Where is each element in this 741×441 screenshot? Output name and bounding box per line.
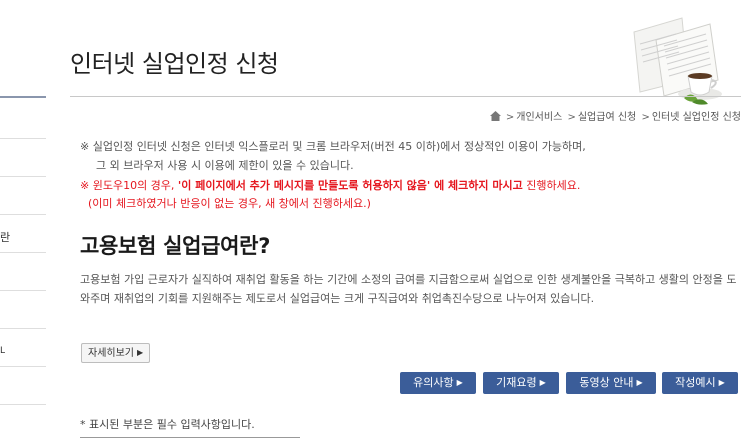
detail-button-label: 자세히보기: [88, 348, 134, 359]
arrow-right-icon: ▶: [636, 378, 643, 387]
windows-warning-prefix: ※ 윈도우10의 경우,: [80, 179, 178, 192]
browser-notice: ※ 실업인정 인터넷 신청은 인터넷 익스플로러 및 크롬 브라우저(버전 45…: [80, 140, 586, 153]
sidebar-divider: [0, 328, 46, 329]
breadcrumb: > 개인서비스 > 실업급여 신청 > 인터넷 실업인정 신청: [489, 108, 741, 123]
video-guide-button[interactable]: 동영상 안내 ▶: [566, 372, 656, 394]
video-guide-button-label: 동영상 안내: [579, 376, 634, 389]
form-top-border: [80, 437, 300, 438]
required-fields-note: * 표시된 부분은 필수 입력사항입니다.: [80, 418, 255, 431]
section-description: 고용보험 가입 근로자가 실직하여 재취업 활동을 하는 기간에 소정의 급여를…: [80, 273, 737, 305]
sidebar-item-fragment[interactable]: L: [0, 346, 5, 356]
breadcrumb-separator: >: [567, 112, 576, 123]
breadcrumb-item[interactable]: 실업급여 신청: [578, 112, 636, 123]
arrow-right-icon: ▶: [718, 378, 725, 387]
breadcrumb-item-current: 인터넷 실업인정 신청: [651, 112, 741, 123]
sidebar-divider: [0, 138, 46, 139]
sidebar-divider: [0, 176, 46, 177]
windows-warning-bold: '이 페이지에서 추가 메시지를 만들도록 허용하지 않음' 에 체크하지 마시…: [177, 179, 523, 192]
header-divider: [70, 96, 741, 97]
guide-button[interactable]: 기재요령 ▶: [483, 372, 559, 394]
windows-warning-cont: (이미 체크하였거나 반응이 없는 경우, 새 창에서 진행하세요.): [88, 197, 371, 210]
arrow-right-icon: ▶: [456, 378, 463, 387]
guide-button-label: 기재요령: [496, 376, 537, 389]
left-sidebar: 란 L: [0, 0, 46, 441]
sidebar-item-fragment[interactable]: 란: [0, 229, 10, 245]
notes-button[interactable]: 유의사항 ▶: [400, 372, 476, 394]
windows-warning-suffix: 진행하세요.: [522, 179, 581, 192]
sidebar-divider: [0, 214, 46, 215]
sidebar-divider: [0, 404, 46, 405]
example-button[interactable]: 작성예시 ▶: [662, 372, 738, 394]
home-icon[interactable]: [489, 111, 501, 121]
book-coffee-illustration: [633, 17, 722, 105]
sidebar-divider: [0, 290, 46, 291]
sidebar-divider: [0, 252, 46, 253]
sidebar-divider: [0, 366, 46, 367]
arrow-right-icon: ▶: [137, 348, 144, 357]
breadcrumb-item[interactable]: 개인서비스: [516, 112, 562, 123]
example-button-label: 작성예시: [675, 376, 716, 389]
arrow-right-icon: ▶: [539, 378, 546, 387]
breadcrumb-separator: >: [641, 112, 650, 123]
browser-notice-cont: 그 외 브라우저 사용 시 이용에 제한이 있을 수 있습니다.: [96, 159, 354, 172]
breadcrumb-separator: >: [505, 112, 515, 123]
page-title: 인터넷 실업인정 신청: [70, 50, 279, 78]
sidebar-top-divider: [0, 96, 46, 98]
section-title: 고용보험 실업급여란?: [80, 234, 271, 258]
detail-button[interactable]: 자세히보기 ▶: [81, 343, 151, 363]
windows-warning: ※ 윈도우10의 경우, '이 페이지에서 추가 메시지를 만들도록 허용하지 …: [80, 177, 580, 193]
notes-button-label: 유의사항: [413, 376, 454, 389]
